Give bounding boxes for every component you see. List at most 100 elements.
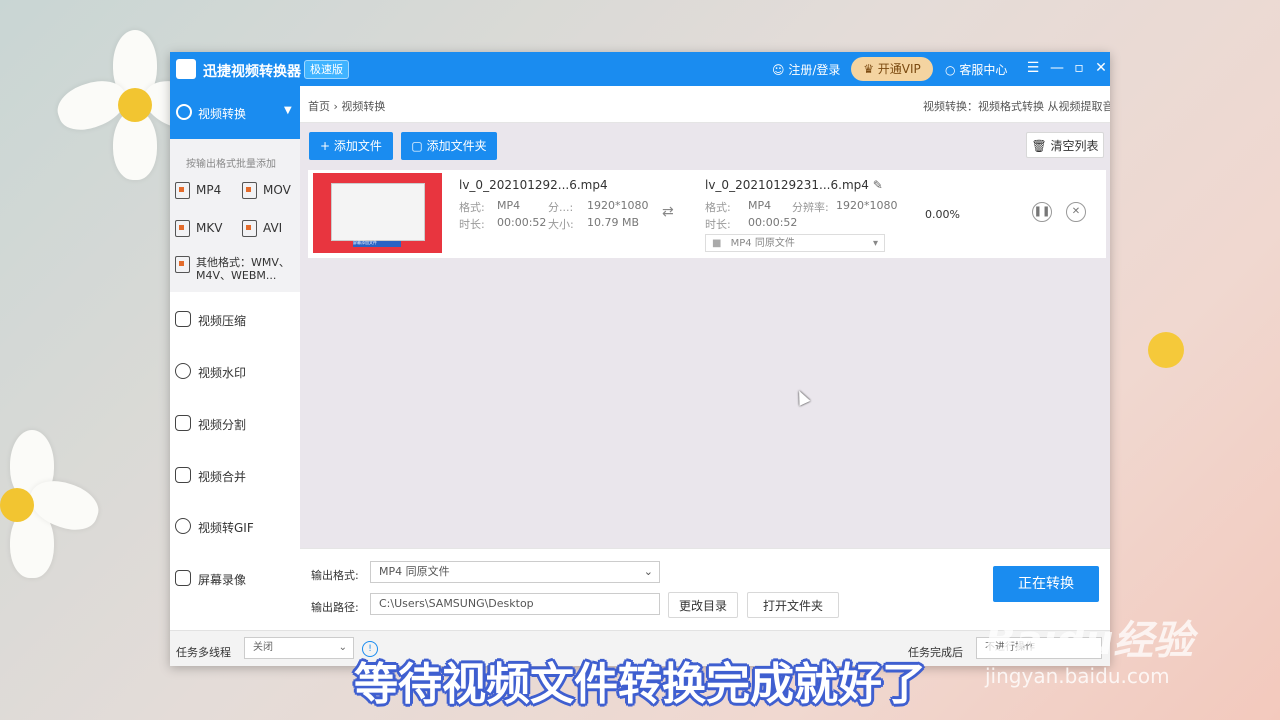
size-value: 10.79 MB [587,216,640,229]
sidebar-item-screen-record[interactable]: 屏幕录像 [170,564,300,594]
start-convert-button[interactable]: 正在转换 [993,566,1099,602]
clear-list-button[interactable]: 🗑 清空列表 [1026,132,1104,158]
vip-button[interactable]: ♛ 开通VIP [851,57,933,81]
format-mp4[interactable]: MP4 [175,182,221,199]
service-button[interactable]: ○ 客服中心 [945,61,1007,78]
video-caption: 等待视频文件转换完成就好了 [354,659,926,710]
sidebar-item-merge[interactable]: 视频合并 [170,461,300,491]
trash-icon: 🗑 [1031,139,1051,153]
sidebar-item-split[interactable]: 视频分割 [170,409,300,439]
format-panel: 按输出格式批量添加 MP4 MOV MKV AVI 其他格式：WMV、M4V、W… [170,139,300,292]
resolution-label: 分...: [548,201,574,214]
output-duration-value: 00:00:52 [748,216,798,229]
output-duration-label: 时长: [705,218,731,231]
sidebar-item-label: 视频合并 [198,470,247,484]
format-mkv[interactable]: MKV [175,220,222,237]
title-bar: 迅捷视频转换器 极速版 ☺ 注册/登录 ♛ 开通VIP ○ 客服中心 ☰ — ▫… [170,52,1110,86]
sidebar-item-watermark[interactable]: 视频水印 [170,357,300,387]
record-icon [175,570,191,586]
breadcrumb-separator: › [333,100,338,113]
output-resolution-label: 分辨率: [792,201,829,214]
convert-icon [176,104,192,120]
file-icon [175,256,190,273]
format-mov[interactable]: MOV [242,182,291,199]
resolution-value: 1920*1080 [587,199,649,212]
menu-icon[interactable]: ☰ [1024,58,1042,78]
output-format-dropdown-label: MP4 同原文件 [379,565,450,578]
format-label: AVI [263,221,283,235]
breadcrumb: 首页 › 视频转换 视频转换：视频格式转换 从视频提取音频 [300,86,1110,123]
add-folder-button[interactable]: ▢ 添加文件夹 [401,132,497,160]
close-icon[interactable]: ✕ [1092,58,1110,78]
user-icon: ☺ [772,63,785,77]
minimize-icon[interactable]: — [1048,58,1066,78]
breadcrumb-home[interactable]: 首页 [308,100,330,113]
pause-icon[interactable]: ❚❚ [1032,202,1052,222]
output-format-select-label: MP4 同原文件 [730,238,795,249]
sidebar: 视频转换 ▼ 按输出格式批量添加 MP4 MOV MKV AVI 其他格式：WM… [170,86,300,630]
file-icon [175,220,190,237]
main-panel: 首页 › 视频转换 视频转换：视频格式转换 从视频提取音频 + 添加文件 ▢ 添… [300,86,1110,548]
service-label: 客服中心 [959,63,1008,77]
file-icon [175,182,190,199]
login-label: 注册/登录 [788,63,841,77]
caret-down-icon: ▼ [284,105,292,116]
file-row: 屏幕添加文件 lv_0_202101292...6.mp4 格式: MP4 分.… [308,170,1106,258]
sidebar-item-label: 视频转GIF [198,521,254,535]
file-icon [242,220,257,237]
maximize-icon[interactable]: ▫ [1070,58,1088,78]
breadcrumb-current: 视频转换 [341,100,386,113]
format-label: MP4 [196,183,222,197]
sidebar-item-gif[interactable]: 视频转GIF [170,512,300,542]
folder-icon: ▢ [411,139,427,153]
edition-badge: 极速版 [304,60,349,79]
app-title: 迅捷视频转换器 [203,64,301,80]
add-file-label: 添加文件 [333,139,382,153]
output-path-field[interactable]: C:\Users\SAMSUNG\Desktop [370,593,660,615]
compress-icon [175,311,191,327]
shuffle-icon: ⇄ [662,204,674,220]
sidebar-item-label: 视频转换 [198,107,247,121]
output-file-name[interactable]: lv_0_20210129231...6.mp4 ✎ [705,178,883,192]
thumbnail-window [331,183,425,241]
size-label: 大小: [548,218,574,231]
chevron-down-icon: ⌄ [643,565,653,578]
format-label: MKV [196,221,223,235]
output-format-select[interactable]: ■ MP4 同原文件 ▾ [705,234,885,252]
sidebar-item-label: 视频分割 [198,418,247,432]
output-format-label: 输出格式: [311,569,359,582]
output-format-dropdown[interactable]: MP4 同原文件 ⌄ [370,561,660,583]
feature-description: 视频转换：视频格式转换 从视频提取音频 [923,100,1110,113]
sidebar-item-compress[interactable]: 视频压缩 [170,305,300,335]
sidebar-item-video-convert[interactable]: 视频转换 ▼ [170,86,300,139]
merge-icon [175,467,191,483]
video-thumbnail[interactable]: 屏幕添加文件 [313,173,442,253]
watermark-icon [175,363,191,379]
crown-icon: ♛ [863,62,874,76]
format-avi[interactable]: AVI [242,220,282,237]
background-flower [1148,332,1184,368]
caret-down-icon: ▾ [872,238,878,249]
gif-icon [175,518,191,534]
output-resolution-value: 1920*1080 [836,199,898,212]
add-folder-label: 添加文件夹 [426,139,487,153]
thumbnail-text: 屏幕添加文件 [353,240,377,245]
remove-icon[interactable]: ✕ [1066,202,1086,222]
add-file-button[interactable]: + 添加文件 [309,132,393,160]
format-other[interactable]: 其他格式：WMV、M4V、WEBM... [175,256,290,282]
output-file-label: lv_0_20210129231...6.mp4 [705,178,869,192]
edit-icon[interactable]: ✎ [873,178,883,192]
login-button[interactable]: ☺ 注册/登录 [772,61,840,78]
duration-value: 00:00:52 [497,216,547,229]
format-label: 其他格式：WMV、M4V、WEBM... [196,256,290,282]
output-format-value: MP4 [748,199,772,212]
file-icon [242,182,257,199]
format-hint: 按输出格式批量添加 [186,159,276,170]
clear-list-label: 清空列表 [1050,139,1099,153]
format-label: 格式: [459,201,485,214]
output-path-label: 输出路径: [311,601,359,614]
change-directory-button[interactable]: 更改目录 [668,592,738,618]
progress-percent: 0.00% [925,208,960,221]
open-folder-button[interactable]: 打开文件夹 [747,592,839,618]
format-label: MOV [263,183,291,197]
